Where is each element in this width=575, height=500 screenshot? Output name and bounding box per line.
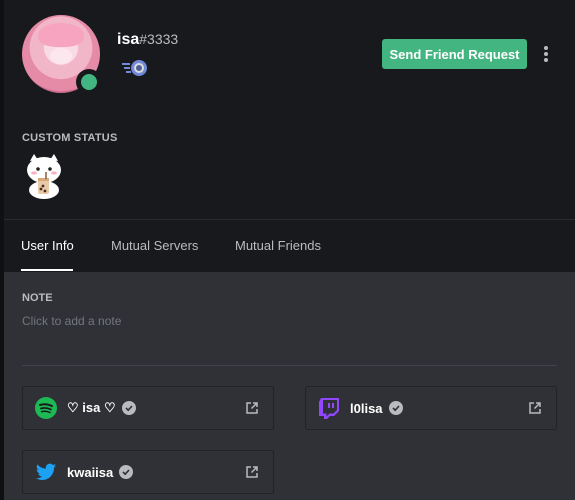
external-link-icon[interactable] xyxy=(245,401,259,415)
tab-user-info[interactable]: User Info xyxy=(21,238,74,253)
tab-mutual-friends[interactable]: Mutual Friends xyxy=(235,238,321,253)
profile-tabs: User Info Mutual Servers Mutual Friends xyxy=(4,220,575,272)
connection-name: ♡ isa ♡ xyxy=(67,400,116,415)
username-tag: isa#3333 xyxy=(117,31,178,49)
connection-spotify: ♡ isa ♡ xyxy=(22,386,274,430)
connection-name: kwaiisa xyxy=(67,464,114,480)
content-divider xyxy=(22,365,557,366)
note-label: NOTE xyxy=(22,292,53,304)
note-input[interactable]: Click to add a note xyxy=(22,314,121,328)
verified-check-icon xyxy=(119,465,134,479)
twitter-icon xyxy=(35,461,57,483)
tab-mutual-servers[interactable]: Mutual Servers xyxy=(111,238,198,253)
verified-check-icon xyxy=(121,401,136,415)
twitch-icon xyxy=(318,397,340,419)
connection-twitch: l0lisa xyxy=(305,386,557,430)
verified-check-icon xyxy=(388,401,403,415)
connection-twitter: kwaiisa xyxy=(22,450,274,494)
external-link-icon[interactable] xyxy=(245,465,259,479)
custom-status-label: CUSTOM STATUS xyxy=(22,132,118,144)
more-options-icon[interactable] xyxy=(539,44,553,64)
send-friend-request-button[interactable]: Send Friend Request xyxy=(382,39,527,69)
hypesquad-badge-icon[interactable] xyxy=(120,58,150,78)
external-link-icon[interactable] xyxy=(528,401,542,415)
discriminator: #3333 xyxy=(139,31,179,47)
profile-header: isa#3333 Send Friend Request CUSTOM STAT… xyxy=(4,0,575,220)
avatar[interactable] xyxy=(22,15,102,95)
user-info-panel: NOTE Click to add a note ♡ isa ♡ l0lisa … xyxy=(4,272,575,500)
boba-cat-sticker-icon xyxy=(22,152,66,200)
connection-name: l0lisa xyxy=(350,400,383,416)
active-tab-indicator xyxy=(21,269,73,271)
spotify-icon xyxy=(35,397,57,419)
username: isa xyxy=(117,31,140,48)
online-status-indicator xyxy=(76,69,102,95)
